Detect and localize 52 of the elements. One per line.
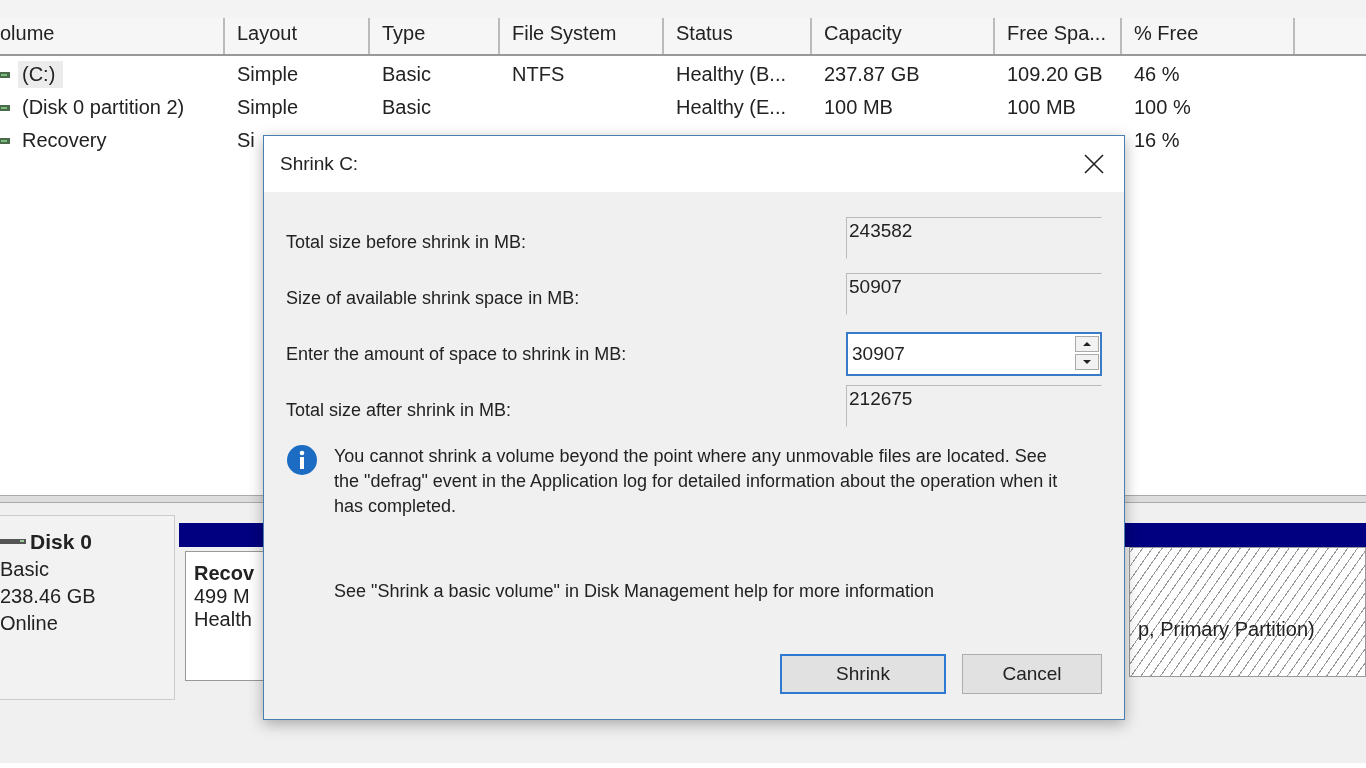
- field-label: Total size before shrink in MB:: [286, 231, 527, 253]
- partition-size: 499 M: [194, 585, 250, 608]
- spin-field[interactable]: 30907: [846, 332, 1102, 376]
- volume-name[interactable]: Recovery: [18, 127, 115, 154]
- drive-icon: [0, 103, 10, 112]
- close-icon[interactable]: [1084, 154, 1104, 174]
- table-cell: 100 MB: [1007, 96, 1076, 119]
- partition-status: p, Primary Partition): [1138, 618, 1315, 641]
- table-cell: Basic: [382, 96, 431, 119]
- column-header[interactable]: Status: [664, 18, 812, 54]
- field-label: Enter the amount of space to shrink in MB:: [286, 343, 627, 365]
- info-icon: [286, 444, 318, 476]
- column-header[interactable]: File System: [500, 18, 664, 54]
- readonly-field: 212675: [846, 385, 1102, 427]
- table-cell: 109.20 GB: [1007, 63, 1103, 86]
- drive-icon: [0, 136, 10, 145]
- partition-status: Health: [194, 608, 252, 631]
- drive-icon: [0, 70, 10, 79]
- volume-name[interactable]: (C:): [18, 61, 64, 88]
- disk-type: Basic: [0, 558, 50, 581]
- table-cell: 100 MB: [824, 96, 893, 119]
- dialog-button[interactable]: Cancel: [962, 654, 1102, 694]
- table-cell: 46 %: [1134, 63, 1180, 86]
- table-cell: Basic: [382, 63, 431, 86]
- help-text: See "Shrink a basic volume" in Disk Management help for more information: [334, 581, 936, 602]
- table-cell: 100 %: [1134, 96, 1191, 119]
- table-cell: Simple: [237, 63, 299, 86]
- column-header[interactable]: Capacity: [812, 18, 995, 54]
- table-cell: 16 %: [1134, 129, 1180, 152]
- table-cell: NTFS: [512, 63, 565, 86]
- disk-status: Online: [0, 612, 59, 635]
- disk-size: 238.46 GB: [0, 585, 97, 608]
- partition-name: Recov: [194, 562, 255, 585]
- column-header[interactable]: % Free: [1122, 18, 1295, 54]
- field-label: Size of available shrink space in MB:: [286, 287, 580, 309]
- dialog-button[interactable]: Shrink: [780, 654, 946, 694]
- readonly-field: 50907: [846, 273, 1102, 315]
- column-header[interactable]: olume: [0, 18, 225, 54]
- table-cell: Simple: [237, 96, 299, 119]
- info-message: You cannot shrink a volume beyond the point where any unmovable files are located. See the "defrag" event in the Application log for detailed information about the operation when it has completed.: [334, 445, 1059, 518]
- disk-name: Disk 0: [30, 530, 92, 554]
- volume-name[interactable]: (Disk 0 partition 2): [18, 94, 193, 121]
- table-cell: Healthy (E...: [676, 96, 787, 119]
- column-header[interactable]: Type: [370, 18, 500, 54]
- table-cell: 237.87 GB: [824, 63, 920, 86]
- column-header[interactable]: Free Spa...: [995, 18, 1122, 54]
- column-header[interactable]: Layout: [225, 18, 370, 54]
- readonly-field: 243582: [846, 217, 1102, 259]
- table-cell: Si: [237, 129, 255, 152]
- field-label: Total size after shrink in MB:: [286, 399, 512, 421]
- table-cell: Healthy (B...: [676, 63, 787, 86]
- dialog-title: Shrink C:: [280, 153, 359, 175]
